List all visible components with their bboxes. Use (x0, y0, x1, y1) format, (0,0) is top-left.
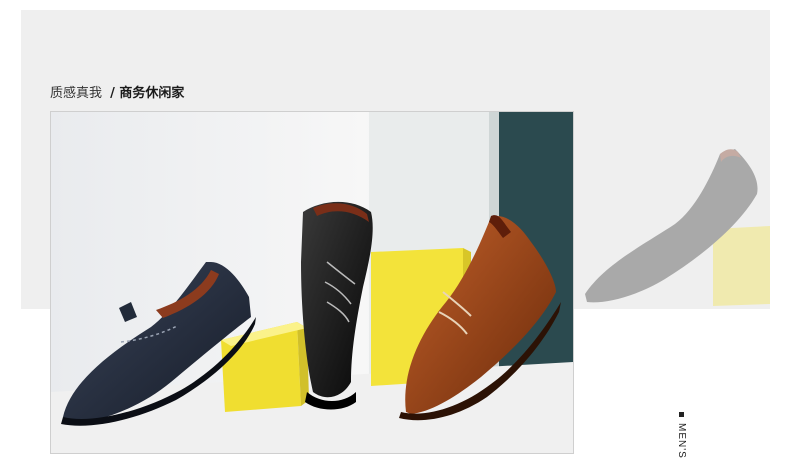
ghost-shoe-illustration (585, 149, 770, 306)
section-heading: 质感真我 / 商务休闲家 (50, 84, 184, 104)
ghost-product-photo (575, 134, 770, 309)
shoes-illustration (51, 112, 573, 453)
heading-main: 质感真我 (50, 86, 103, 101)
heading-category[interactable]: / 商务休闲家 (110, 86, 184, 101)
square-bullet-icon (678, 412, 684, 417)
main-product-photo[interactable] (50, 111, 574, 454)
mens-side-tag: MEN'S (676, 412, 687, 459)
mens-tag-label: MEN'S (676, 423, 687, 459)
